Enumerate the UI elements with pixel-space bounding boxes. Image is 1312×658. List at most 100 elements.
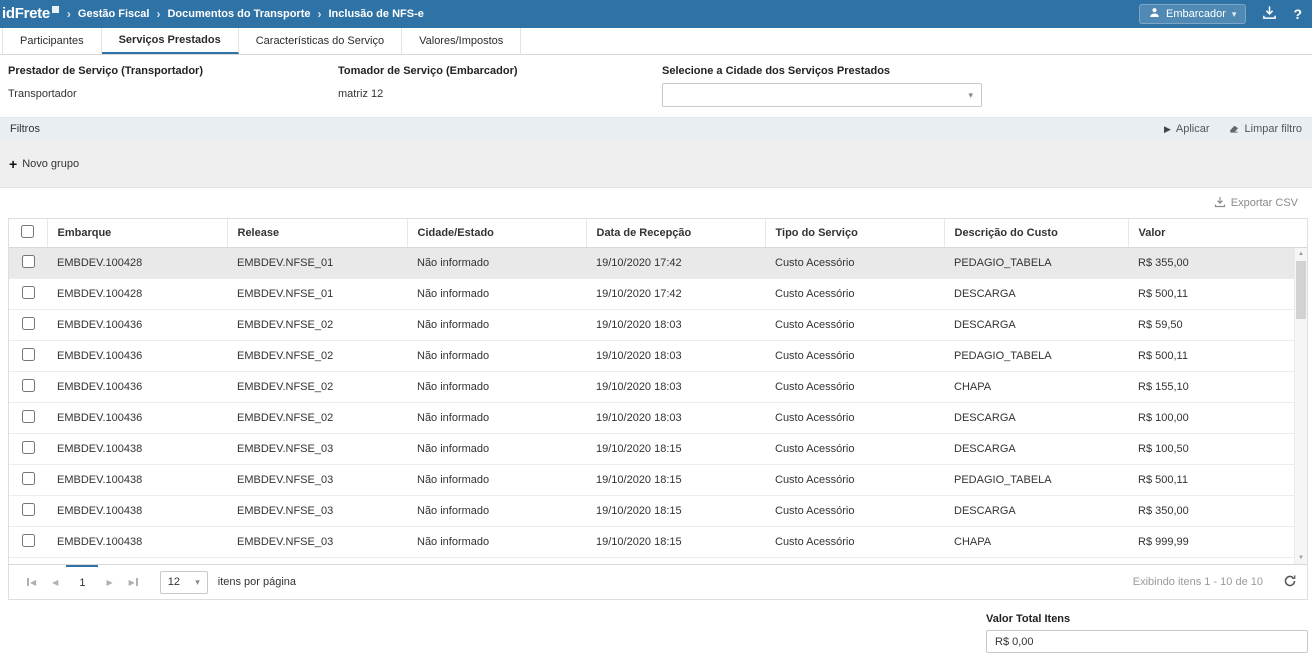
previous-page-icon: ◀ [52, 578, 58, 587]
breadcrumb-item-documentos-transporte[interactable]: Documentos do Transporte [167, 8, 310, 20]
row-select-cell [9, 310, 47, 341]
cell-release: EMBDEV.NFSE_02 [227, 403, 407, 434]
breadcrumb-item-gestao-fiscal[interactable]: Gestão Fiscal [78, 8, 150, 20]
grid-body-area: EMBDEV.100428EMBDEV.NFSE_01Não informado… [9, 248, 1307, 564]
row-select-checkbox[interactable] [22, 503, 35, 516]
help-button[interactable]: ? [1293, 6, 1302, 22]
cell-embarque: EMBDEV.100438 [47, 434, 227, 465]
cell-release: EMBDEV.NFSE_02 [227, 310, 407, 341]
cell-embarque: EMBDEV.100436 [47, 310, 227, 341]
row-select-cell [9, 403, 47, 434]
cidade-label: Selecione a Cidade dos Serviços Prestado… [662, 65, 982, 77]
export-csv-button[interactable]: Exportar CSV [1214, 196, 1298, 211]
grid-body: EMBDEV.100428EMBDEV.NFSE_01Não informado… [9, 248, 1294, 558]
topbar-actions: Embarcador ▾ ? [1139, 4, 1302, 24]
table-row[interactable]: EMBDEV.100436EMBDEV.NFSE_02Não informado… [9, 372, 1294, 403]
cell-valor: R$ 999,99 [1128, 527, 1294, 558]
cell-data-recepcao: 19/10/2020 17:42 [586, 279, 765, 310]
page-size-select[interactable]: 12 ▾ [160, 571, 208, 594]
new-group-button[interactable]: + Novo grupo [9, 158, 79, 170]
scroll-down-icon[interactable]: ▼ [1295, 552, 1307, 564]
cell-tipo-servico: Custo Acessório [765, 465, 944, 496]
cell-tipo-servico: Custo Acessório [765, 496, 944, 527]
last-page-button[interactable]: ▶ [121, 565, 146, 599]
filters-title: Filtros [10, 123, 40, 135]
row-select-checkbox[interactable] [22, 255, 35, 268]
row-select-checkbox[interactable] [22, 286, 35, 299]
cell-valor: R$ 500,11 [1128, 465, 1294, 496]
new-group-label: Novo grupo [22, 158, 79, 170]
vertical-scrollbar[interactable]: ▲ ▼ [1294, 248, 1307, 564]
col-tipo-servico[interactable]: Tipo do Serviço [765, 219, 944, 247]
cell-tipo-servico: Custo Acessório [765, 527, 944, 558]
current-page-button[interactable]: 1 [66, 565, 98, 599]
chevron-down-icon: ▾ [195, 577, 200, 588]
city-select[interactable]: ▾ [662, 83, 982, 107]
col-cidade-estado[interactable]: Cidade/Estado [407, 219, 586, 247]
row-select-checkbox[interactable] [22, 348, 35, 361]
table-row[interactable]: EMBDEV.100436EMBDEV.NFSE_02Não informado… [9, 341, 1294, 372]
select-all-checkbox[interactable] [21, 225, 34, 238]
tab-servicos-prestados[interactable]: Serviços Prestados [102, 28, 239, 54]
cell-valor: R$ 355,00 [1128, 248, 1294, 279]
cell-descricao-custo: DESCARGA [944, 310, 1128, 341]
row-select-checkbox[interactable] [22, 534, 35, 547]
cell-cidade-estado: Não informado [407, 496, 586, 527]
tab-participantes[interactable]: Participantes [2, 28, 102, 54]
table-row[interactable]: EMBDEV.100428EMBDEV.NFSE_01Não informado… [9, 279, 1294, 310]
cell-data-recepcao: 19/10/2020 17:42 [586, 248, 765, 279]
cell-embarque: EMBDEV.100436 [47, 372, 227, 403]
table-row[interactable]: EMBDEV.100438EMBDEV.NFSE_03Não informado… [9, 527, 1294, 558]
cell-release: EMBDEV.NFSE_03 [227, 434, 407, 465]
row-select-checkbox[interactable] [22, 317, 35, 330]
user-menu-button[interactable]: Embarcador ▾ [1139, 4, 1246, 24]
row-select-checkbox[interactable] [22, 410, 35, 423]
next-page-button[interactable]: ▶ [98, 565, 120, 599]
app-logo[interactable]: idFrete [0, 1, 67, 27]
cell-tipo-servico: Custo Acessório [765, 372, 944, 403]
last-page-icon: ▶ [129, 578, 135, 587]
cell-cidade-estado: Não informado [407, 465, 586, 496]
bar-icon [136, 578, 138, 586]
tab-valores-impostos[interactable]: Valores/Impostos [402, 28, 521, 54]
row-select-checkbox[interactable] [22, 472, 35, 485]
chevron-right-icon: › [67, 7, 71, 21]
col-data-recepcao[interactable]: Data de Recepção [586, 219, 765, 247]
first-page-button[interactable]: ◀ [19, 565, 44, 599]
cell-valor: R$ 59,50 [1128, 310, 1294, 341]
col-embarque[interactable]: Embarque [47, 219, 227, 247]
cell-release: EMBDEV.NFSE_03 [227, 465, 407, 496]
cell-cidade-estado: Não informado [407, 372, 586, 403]
col-valor[interactable]: Valor [1128, 219, 1294, 247]
previous-page-button[interactable]: ◀ [44, 565, 66, 599]
breadcrumb: › Gestão Fiscal › Documentos do Transpor… [67, 7, 424, 21]
service-summary: Prestador de Serviço (Transportador) Tra… [0, 55, 1312, 117]
next-page-icon: ▶ [106, 578, 112, 587]
table-row[interactable]: EMBDEV.100428EMBDEV.NFSE_01Não informado… [9, 248, 1294, 279]
apply-filter-button[interactable]: ▶ Aplicar [1164, 123, 1210, 135]
tab-caracteristicas-servico[interactable]: Características do Serviço [239, 28, 402, 54]
row-select-checkbox[interactable] [22, 441, 35, 454]
cell-cidade-estado: Não informado [407, 310, 586, 341]
row-select-checkbox[interactable] [22, 379, 35, 392]
table-row[interactable]: EMBDEV.100438EMBDEV.NFSE_03Não informado… [9, 465, 1294, 496]
scroll-up-icon[interactable]: ▲ [1295, 248, 1307, 260]
breadcrumb-item-inclusao-nfse[interactable]: Inclusão de NFS-e [329, 8, 424, 20]
cell-descricao-custo: DESCARGA [944, 434, 1128, 465]
tomador-value: matriz 12 [338, 88, 518, 100]
row-select-cell [9, 372, 47, 403]
row-select-cell [9, 248, 47, 279]
total-items-input[interactable] [986, 630, 1308, 653]
cell-descricao-custo: CHAPA [944, 527, 1128, 558]
download-button[interactable] [1262, 5, 1277, 23]
clear-filter-button[interactable]: Limpar filtro [1228, 122, 1302, 137]
table-row[interactable]: EMBDEV.100438EMBDEV.NFSE_03Não informado… [9, 434, 1294, 465]
scrollbar-thumb[interactable] [1296, 261, 1306, 319]
col-descricao-custo[interactable]: Descrição do Custo [944, 219, 1128, 247]
refresh-button[interactable] [1283, 574, 1297, 591]
table-row[interactable]: EMBDEV.100436EMBDEV.NFSE_02Não informado… [9, 403, 1294, 434]
table-row[interactable]: EMBDEV.100436EMBDEV.NFSE_02Não informado… [9, 310, 1294, 341]
cell-cidade-estado: Não informado [407, 434, 586, 465]
col-release[interactable]: Release [227, 219, 407, 247]
table-row[interactable]: EMBDEV.100438EMBDEV.NFSE_03Não informado… [9, 496, 1294, 527]
